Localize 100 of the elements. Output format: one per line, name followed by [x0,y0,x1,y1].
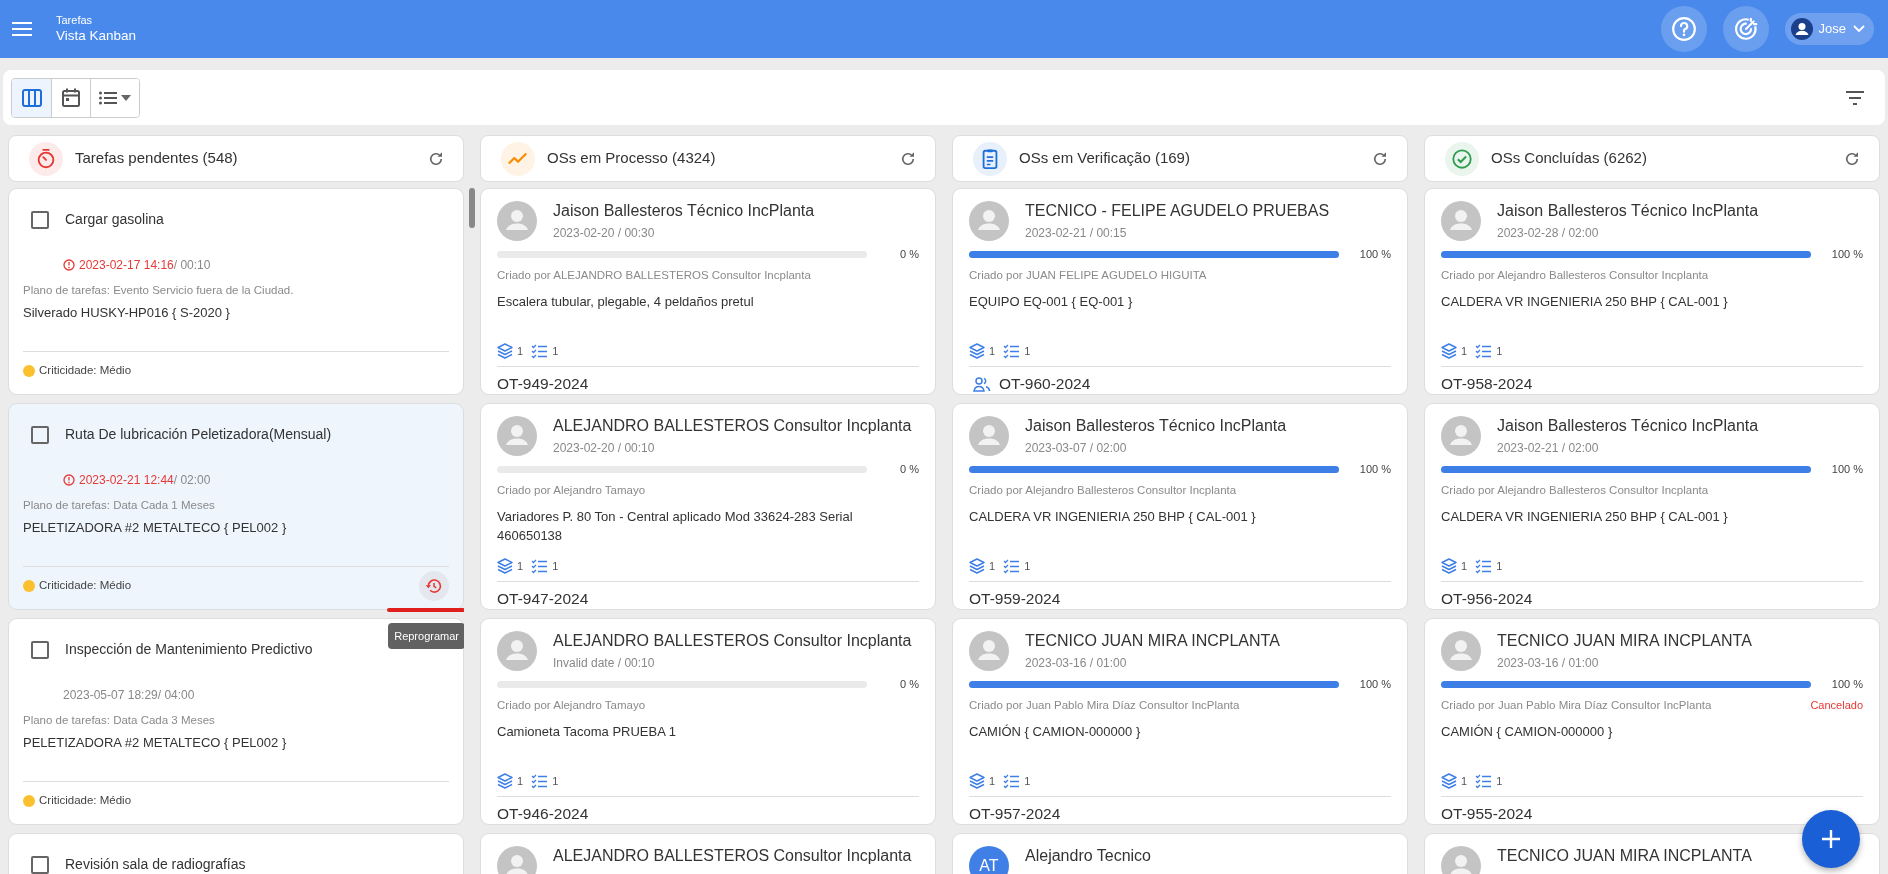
work-order-card[interactable]: TECNICO JUAN MIRA INCPLANTA 2023-03-16 / 01:00 100 % Criado por Juan Pablo Mira Díaz Consultor IncPlanta Cancelado CAMIÓN { CAMION-000000 } 1 1 OT-955-2024 [1424,618,1880,825]
layers-icon [1441,772,1457,789]
order-code: OT-949-2024 [497,374,589,395]
checklist-icon [531,557,549,574]
assignee-name: Alejandro Tecnico [1025,846,1151,866]
created-by: Criado por Juan Pablo Mira Díaz Consultor IncPlanta [1441,697,1712,713]
progress-percent: 100 % [1830,677,1863,693]
layers-icon [497,342,513,359]
checkbox[interactable] [31,640,49,659]
assignee-name: Jaison Ballesteros Técnico IncPlanta [553,201,815,221]
work-order-card[interactable]: AT Alejandro Tecnico [952,833,1408,874]
work-order-card[interactable]: ALEJANDRO BALLESTEROS Consultor Incplanta Invalid date / 00:10 0 % Criado por Alejandro Tamayo Camioneta Tacoma PRUEBA 1 1 1 OT-946-2024 [480,618,936,825]
plus-icon [1820,828,1842,850]
checkbox[interactable] [31,425,49,444]
criticality-label: Criticidade: Médio [39,578,132,594]
layers-icon [497,772,513,789]
layers-icon [1441,557,1457,574]
work-order-card[interactable]: ALEJANDRO BALLESTEROS Consultor Incplanta [480,833,936,874]
column-title: OSs Concluídas (6262) [1491,148,1648,169]
assignee-name: ALEJANDRO BALLESTEROS Consultor Incplanta [553,416,912,436]
order-date: Invalid date / 00:10 [553,655,656,673]
task-title: Cargar gasolina [65,210,164,229]
order-date: 2023-02-21 / 00:15 [1025,225,1128,243]
progress-percent: 0 % [899,247,919,263]
order-date: 2023-02-28 / 02:00 [1497,225,1600,243]
avatar: AT [969,846,1009,874]
progress-percent: 100 % [1358,247,1391,263]
work-order-card[interactable]: Jaison Ballesteros Técnico IncPlanta 2023-02-20 / 00:30 0 % Criado por ALEJANDRO BALLESTEROS Consultor Incplanta Escalera tubular, plegable, 4 peldaños pretul 1 1 OT-949-2024 [480,188,936,395]
order-code: OT-955-2024 [1441,804,1533,825]
component-count: 1 [989,558,996,574]
layers-icon [969,557,985,574]
assignee-name: ALEJANDRO BALLESTEROS Consultor Incplanta [553,846,912,866]
asset-name: CALDERA VR INGENIERIA 250 BHP { CAL-001 } [1441,507,1729,526]
criticality-label: Criticidade: Médio [39,363,132,379]
created-by: Criado por Alejandro Tamayo [497,697,646,713]
checkbox[interactable] [31,855,49,874]
list-icon [99,90,117,105]
order-date: 2023-03-16 / 01:00 [1025,655,1128,673]
progress-percent: 0 % [899,462,919,478]
task-count: 1 [1496,773,1503,789]
order-date: 2023-02-20 / 00:10 [553,440,656,458]
progress-percent: 100 % [1358,677,1391,693]
help-button[interactable] [1660,6,1707,52]
asset-name: EQUIPO EQ-001 { EQ-001 } [969,292,1134,311]
column-title: OSs em Verificação (169) [1019,148,1191,169]
user-avatar-icon [1790,18,1813,40]
task-plan: Plano de tarefas: Data Cada 3 Meses [23,713,216,728]
asset-name: PELETIZADORA #2 METALTECO { PEL002 } [23,519,288,538]
created-by: Criado por ALEJANDRO BALLESTEROS Consultor Incplanta [497,267,811,283]
asset-name: CAMIÓN { CAMION-000000 } [969,722,1142,741]
task-count: 1 [552,773,559,789]
reschedule-button[interactable] [419,570,449,601]
work-order-card[interactable]: TECNICO JUAN MIRA INCPLANTA [1424,833,1880,874]
work-order-card[interactable]: ALEJANDRO BALLESTEROS Consultor Incplanta 2023-02-20 / 00:10 0 % Criado por Alejandro Tamayo Variadores P. 80 Ton - Central aplicado Mod 33624-283 Serial 460650138 1 1 OT-947-2024 [480,403,936,610]
task-plan: Plano de tarefas: Evento Servicio fuera de la Ciudad. [23,283,295,298]
task-count: 1 [1024,343,1031,359]
created-by: Criado por Juan Pablo Mira Díaz Consultor IncPlanta [969,697,1240,713]
work-order-card[interactable]: TECNICO JUAN MIRA INCPLANTA 2023-03-16 / 01:00 100 % Criado por Juan Pablo Mira Díaz Consultor IncPlanta CAMIÓN { CAMION-000000 } 1 1 OT-957-2024 [952,618,1408,825]
goals-button[interactable] [1722,6,1769,52]
asset-name: Camioneta Tacoma PRUEBA 1 [497,722,677,741]
asset-name: CAMIÓN { CAMION-000000 } [1441,722,1614,741]
assignee-name: Jaison Ballesteros Técnico IncPlanta [1497,201,1759,221]
view-button[interactable] [12,78,51,117]
order-code: OT-956-2024 [1441,589,1533,610]
due-date: 2023-05-07 18:29/ 04:00 [63,687,195,704]
asset-name: CALDERA VR INGENIERIA 250 BHP { CAL-001 } [969,507,1257,526]
scrollbar[interactable] [469,188,475,228]
order-code: OT-959-2024 [969,589,1061,610]
due-date: 2023-02-17 14:16/ 00:10 [79,257,211,274]
menu-icon[interactable] [12,21,32,37]
work-order-card[interactable]: TECNICO - FELIPE AGUDELO PRUEBAS 2023-02-21 / 00:15 100 % Criado por JUAN FELIPE AGUDELO HIGUITA EQUIPO EQ-001 { EQ-001 } 1 1 OT-960-2024 [952,188,1408,395]
history-icon [425,576,443,595]
assignee-name: TECNICO JUAN MIRA INCPLANTA [1497,846,1752,866]
created-by: Criado por Alejandro Ballesteros Consultor Incplanta [969,482,1237,498]
assignee-name: ALEJANDRO BALLESTEROS Consultor Incplanta [553,631,912,651]
component-count: 1 [517,773,524,789]
checklist-icon [1475,342,1493,359]
due-date: 2023-02-21 12:44/ 02:00 [79,472,211,489]
work-order-card[interactable]: Jaison Ballesteros Técnico IncPlanta 2023-03-07 / 02:00 100 % Criado por Alejandro Ballesteros Consultor Incplanta CALDERA VR INGENIERIA 250 BHP { CAL-001 } 1 1 OT-959-2024 [952,403,1408,610]
task-card[interactable]: Revisión sala de radiografías [8,833,464,874]
task-count: 1 [1024,558,1031,574]
columns-icon [21,88,42,107]
component-count: 1 [1461,558,1468,574]
alert-icon [63,259,75,271]
view-button[interactable] [90,78,139,117]
assignee-name: TECNICO JUAN MIRA INCPLANTA [1025,631,1280,651]
order-code: OT-957-2024 [969,804,1061,825]
order-date: 2023-02-20 / 00:30 [553,225,656,243]
work-order-card[interactable]: Jaison Ballesteros Técnico IncPlanta 2023-02-21 / 02:00 100 % Criado por Alejandro Ballesteros Consultor Incplanta CALDERA VR INGENIERIA 250 BHP { CAL-001 } 1 1 OT-956-2024 [1424,403,1880,610]
checklist-icon [1003,772,1021,789]
work-order-card[interactable]: Jaison Ballesteros Técnico IncPlanta 2023-02-28 / 02:00 100 % Criado por Alejandro Ballesteros Consultor Incplanta CALDERA VR INGENIERIA 250 BHP { CAL-001 } 1 1 OT-958-2024 [1424,188,1880,395]
order-code: OT-947-2024 [497,589,589,610]
checklist-icon [1003,342,1021,359]
assignee-name: TECNICO JUAN MIRA INCPLANTA [1497,631,1752,651]
order-date: 2023-03-07 / 02:00 [1025,440,1128,458]
component-count: 1 [989,343,996,359]
checkbox[interactable] [31,210,49,229]
task-card[interactable]: Cargar gasolina 2023-02-17 14:16/ 00:10 Plano de tarefas: Evento Servicio fuera de la Ciudad. Silverado HUSKY-HP016 { S-2020 } Criticidade: Médio [8,188,464,395]
layers-icon [969,772,985,789]
filter-icon [1846,91,1864,106]
